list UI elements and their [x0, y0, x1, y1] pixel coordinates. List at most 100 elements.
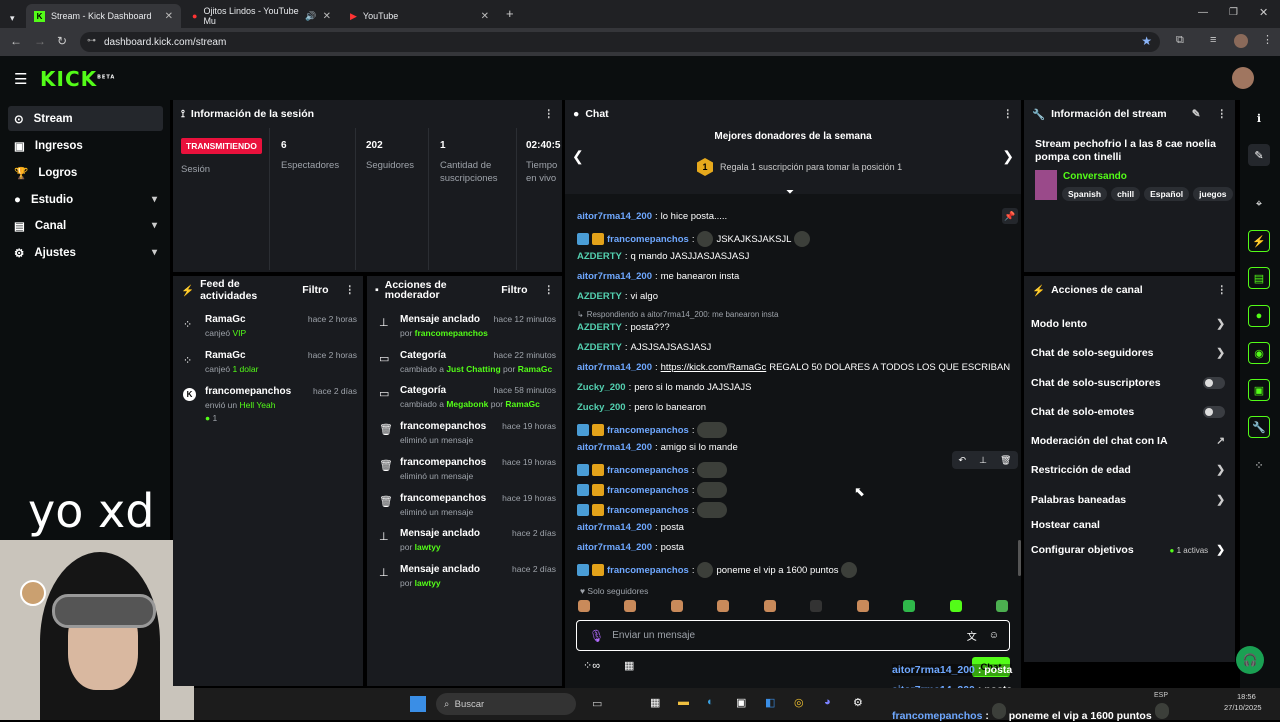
site-info-icon[interactable]: ⊶: [87, 35, 96, 46]
more-menu-icon[interactable]: ⋮: [1217, 284, 1228, 296]
windows-start-icon[interactable]: [410, 696, 426, 712]
app-icon[interactable]: ▦: [650, 696, 660, 709]
chat-username[interactable]: AZDERTY: [577, 342, 622, 353]
folder-icon[interactable]: ▬: [678, 696, 689, 708]
browser-menu-icon[interactable]: ⋮: [1262, 33, 1273, 46]
forward-icon[interactable]: →: [34, 34, 46, 48]
sidebar-item-canal[interactable]: ▤ Canal ▾: [8, 213, 163, 238]
channel-action-3[interactable]: Chat de solo-emotes: [1031, 406, 1231, 418]
chat-message[interactable]: francomepanchos:: [577, 482, 728, 498]
chat-message[interactable]: aitor7rma14_200: posta: [577, 542, 684, 553]
chat-username[interactable]: francomepanchos: [607, 234, 689, 245]
chat-username[interactable]: AZDERTY: [577, 291, 622, 302]
collapse-icon[interactable]: ⏷: [786, 187, 794, 198]
chat-link[interactable]: https://kick.com/RamaGc: [661, 362, 767, 373]
chat-input[interactable]: 🎙 Enviar un mensaje 文 ☺: [576, 620, 1010, 651]
clock-date[interactable]: 27/10/2025: [1224, 703, 1262, 712]
channel-action-0[interactable]: Modo lento ❯: [1031, 318, 1231, 330]
tab-youtube[interactable]: ▶ YouTube ✕: [342, 4, 497, 28]
bolt-icon[interactable]: ⚡: [1248, 230, 1270, 252]
store-icon[interactable]: ▣: [736, 696, 746, 709]
close-icon[interactable]: ✕: [323, 11, 331, 22]
extensions-icon[interactable]: ⧉: [1176, 34, 1184, 47]
broadcast-icon[interactable]: ◉: [1248, 342, 1270, 364]
kick-logo[interactable]: KICKBETA: [40, 67, 115, 91]
chat-username[interactable]: Zucky_200: [577, 402, 626, 413]
stream-tag[interactable]: Spanish: [1062, 187, 1108, 201]
chat-message[interactable]: Zucky_200: pero lo banearon: [577, 402, 706, 413]
emote-shortcut[interactable]: [717, 600, 730, 612]
sidebar-item-stream[interactable]: ⊙ Stream: [8, 106, 163, 131]
chat-username[interactable]: Zucky_200: [577, 382, 626, 393]
chat-message[interactable]: AZDERTY: vi algo: [577, 291, 658, 302]
channel-action-7[interactable]: Hostear canal: [1031, 519, 1231, 531]
reload-icon[interactable]: ↻: [57, 34, 67, 48]
layout-icon[interactable]: ▣: [1248, 379, 1270, 401]
pin-icon[interactable]: ⊥: [979, 455, 987, 466]
bookmark-star-icon[interactable]: ★: [1141, 34, 1152, 48]
mic-icon[interactable]: 🎙: [589, 629, 604, 643]
apps-icon[interactable]: ⁘: [1248, 454, 1270, 476]
chat-username[interactable]: aitor7rma14_200: [577, 362, 652, 373]
close-icon[interactable]: ✕: [481, 11, 489, 22]
language-indicator[interactable]: ESP: [1154, 692, 1168, 699]
category-name[interactable]: Conversando: [1063, 171, 1127, 182]
filter-button[interactable]: Filtro: [302, 284, 328, 296]
media-control-icon[interactable]: ≡: [1210, 34, 1216, 46]
chat-username[interactable]: aitor7rma14_200: [577, 522, 652, 533]
chat-username[interactable]: francomepanchos: [607, 505, 689, 516]
outlook-icon[interactable]: ◧: [765, 696, 775, 709]
edge-icon[interactable]: ◐: [707, 696, 714, 708]
pin-icon[interactable]: 📌: [1002, 208, 1018, 224]
emote-shortcut[interactable]: [624, 600, 637, 612]
chat-message[interactable]: aitor7rma14_200: lo hice posta.....: [577, 211, 727, 222]
clipboard-icon[interactable]: ▤: [1248, 267, 1270, 289]
emote-shortcut[interactable]: [670, 600, 683, 612]
gift-shop-icon[interactable]: ▦: [624, 659, 634, 672]
profile-avatar[interactable]: [1234, 34, 1248, 48]
more-menu-icon[interactable]: ⋮: [544, 284, 555, 296]
minimize-button[interactable]: —: [1198, 7, 1208, 18]
translate-icon[interactable]: 文: [967, 628, 977, 643]
chevron-right-icon[interactable]: ❯: [1002, 148, 1014, 165]
chat-message[interactable]: francomepanchos: poneme el vip a 1600 pun…: [577, 562, 858, 578]
edit-icon[interactable]: ✎: [1248, 144, 1270, 166]
close-window-button[interactable]: ✕: [1259, 6, 1268, 19]
chevron-left-icon[interactable]: ❮: [572, 148, 584, 165]
sidebar-item-logros[interactable]: 🏆 Logros: [8, 160, 163, 185]
chat-message[interactable]: aitor7rma14_200: me banearon insta: [577, 271, 739, 282]
url-field[interactable]: ⊶ dashboard.kick.com/stream ★: [80, 32, 1160, 52]
more-menu-icon[interactable]: ⋮: [345, 284, 356, 296]
trash-icon[interactable]: 🗑: [1000, 455, 1011, 466]
chat-message[interactable]: aitor7rma14_200: posta: [577, 522, 684, 533]
channel-action-6[interactable]: Palabras baneadas ❯: [1031, 494, 1231, 506]
more-menu-icon[interactable]: ⋮: [544, 108, 555, 120]
more-menu-icon[interactable]: ⋮: [1217, 108, 1228, 120]
tab-kick-dashboard[interactable]: K Stream - Kick Dashboard ✕: [26, 4, 181, 28]
emote-shortcut[interactable]: [949, 600, 962, 612]
emote-shortcut[interactable]: [763, 600, 776, 612]
chat-message[interactable]: aitor7rma14_200: amigo si lo mande: [577, 442, 738, 453]
more-menu-icon[interactable]: ⋮: [1003, 108, 1014, 120]
task-view-icon[interactable]: ▭: [592, 697, 602, 710]
channel-action-1[interactable]: Chat de solo-seguidores ❯: [1031, 347, 1231, 359]
chat-username[interactable]: aitor7rma14_200: [577, 271, 652, 282]
chat-username[interactable]: AZDERTY: [577, 322, 622, 333]
chat-message[interactable]: AZDERTY: q mando JASJJASJASJASJ: [577, 251, 749, 262]
edit-icon[interactable]: ✎: [1192, 108, 1201, 120]
hamburger-menu-icon[interactable]: ☰: [14, 70, 27, 88]
chat-message[interactable]: AZDERTY: posta???: [577, 322, 670, 333]
sidebar-item-estudio[interactable]: ● Estudio ▾: [8, 187, 163, 212]
chat-scrollbar[interactable]: [1018, 540, 1021, 576]
chrome-icon[interactable]: ◎: [794, 696, 804, 709]
support-headset-icon[interactable]: 🎧: [1236, 646, 1264, 674]
emoji-icon[interactable]: ☺: [989, 630, 999, 641]
chat-username[interactable]: aitor7rma14_200: [577, 211, 652, 222]
close-icon[interactable]: ✕: [165, 11, 173, 22]
tab-youtube-music[interactable]: ● Ojitos Lindos - YouTube Mu 🔊 ✕: [184, 4, 339, 28]
chat-username[interactable]: AZDERTY: [577, 251, 622, 262]
chat-icon[interactable]: ●: [1248, 305, 1270, 327]
chat-username[interactable]: francomepanchos: [607, 485, 689, 496]
tab-list-button[interactable]: ▾: [2, 6, 22, 30]
stream-tag[interactable]: chill: [1111, 187, 1141, 201]
